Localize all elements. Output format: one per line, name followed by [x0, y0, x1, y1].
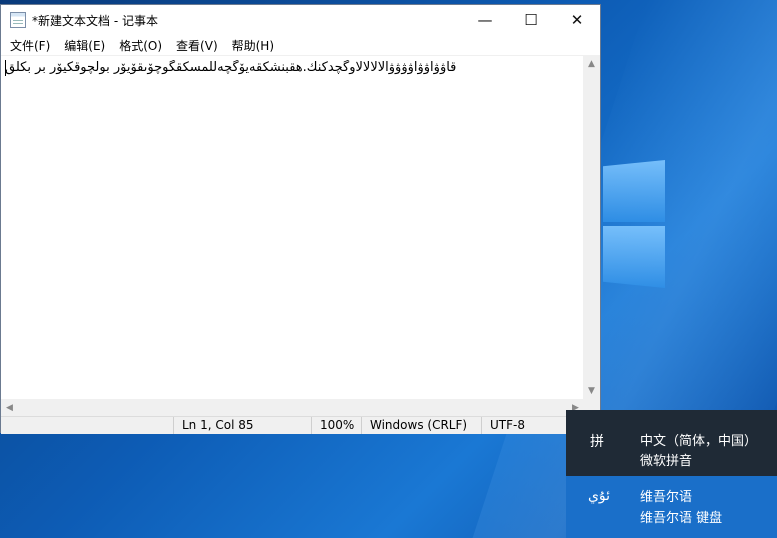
- notepad-icon: [10, 12, 26, 28]
- vertical-scrollbar[interactable]: ▲ ▼: [583, 55, 600, 399]
- scroll-down-icon[interactable]: ▼: [583, 382, 600, 399]
- status-line-ending: Windows (CRLF): [361, 417, 482, 434]
- ime-language: 中文（简体，中国）: [640, 434, 758, 449]
- menu-help[interactable]: 帮助(H): [225, 37, 281, 54]
- editor-text: قاۋۋاۋۋاۋۋۋۋالالالالاوگچدكنك.هقبنشكقەيۆگ…: [5, 60, 457, 75]
- horizontal-scrollbar[interactable]: ◀ ▶: [1, 399, 584, 416]
- menu-edit[interactable]: 编辑(E): [57, 37, 112, 54]
- menu-view[interactable]: 查看(V): [169, 37, 225, 54]
- menu-file[interactable]: 文件(F): [3, 37, 57, 54]
- window-title: *新建文本文档 - 记事本: [32, 13, 158, 28]
- pinyin-icon: 拼: [590, 434, 604, 450]
- title-bar[interactable]: *新建文本文档 - 记事本 — ☐ ✕: [1, 5, 600, 35]
- minimize-icon: —: [477, 11, 493, 29]
- ime-keyboard: 维吾尔语 键盘: [640, 511, 723, 526]
- notepad-window: *新建文本文档 - 记事本 — ☐ ✕ 文件(F) 编辑(E) 格式(O) 查看…: [0, 4, 601, 434]
- status-zoom: 100%: [311, 417, 362, 434]
- scroll-left-icon[interactable]: ◀: [1, 399, 18, 416]
- uyghur-icon: ئۇي: [587, 488, 611, 504]
- scroll-up-icon[interactable]: ▲: [583, 55, 600, 72]
- menu-bar: 文件(F) 编辑(E) 格式(O) 查看(V) 帮助(H): [1, 35, 600, 55]
- close-button[interactable]: ✕: [554, 5, 600, 35]
- status-position: Ln 1, Col 85: [173, 417, 311, 434]
- text-editor[interactable]: قاۋۋاۋۋاۋۋۋۋالالالالاوگچدكنك.هقبنشكقەيۆگ…: [1, 55, 584, 400]
- close-icon: ✕: [570, 11, 584, 29]
- text-caret: [5, 60, 6, 76]
- minimize-button[interactable]: —: [462, 5, 508, 35]
- ime-language: 维吾尔语: [640, 490, 693, 505]
- menu-format[interactable]: 格式(O): [112, 37, 169, 54]
- input-method-flyout: 拼 中文（简体，中国） 微软拼音 ئۇي 维吾尔语 维吾尔语 键盘: [566, 410, 777, 538]
- status-bar: Ln 1, Col 85 100% Windows (CRLF) UTF-8: [1, 416, 600, 434]
- ime-option-uyghur[interactable]: ئۇي 维吾尔语 维吾尔语 键盘: [566, 476, 777, 538]
- ime-keyboard: 微软拼音: [640, 454, 693, 469]
- maximize-icon: ☐: [524, 11, 538, 29]
- ime-option-chinese-pinyin[interactable]: 拼 中文（简体，中国） 微软拼音: [566, 413, 777, 475]
- windows-logo-wallpaper: [603, 160, 665, 290]
- maximize-button[interactable]: ☐: [508, 5, 554, 35]
